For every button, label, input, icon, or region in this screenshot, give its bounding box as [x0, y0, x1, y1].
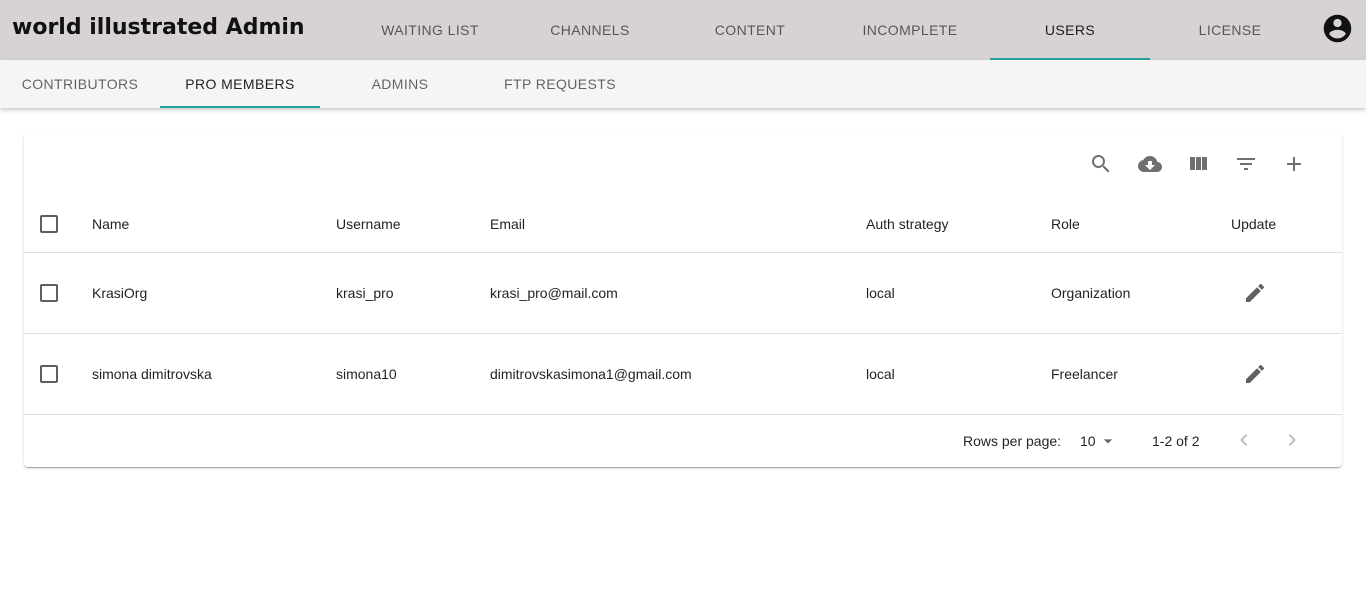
sub-tab-bar: CONTRIBUTORS PRO MEMBERS ADMINS FTP REQU…: [0, 60, 1366, 108]
column-header-update: Update: [1231, 216, 1277, 232]
column-header-auth-strategy[interactable]: Auth strategy: [866, 216, 949, 232]
search-icon[interactable]: [1085, 148, 1117, 180]
table-header-row: Name Username Email Auth strategy Role U…: [24, 196, 1342, 253]
row-auth-strategy: local: [866, 285, 895, 301]
add-icon[interactable]: [1278, 148, 1310, 180]
column-header-role[interactable]: Role: [1051, 216, 1080, 232]
filter-icon[interactable]: [1230, 148, 1262, 180]
tab-incomplete[interactable]: INCOMPLETE: [830, 0, 990, 60]
pagination-range: 1-2 of 2: [1152, 433, 1200, 449]
rows-per-page-label: Rows per page:: [963, 433, 1062, 449]
tab-pro-members[interactable]: PRO MEMBERS: [160, 60, 320, 108]
account-circle-icon[interactable]: [1321, 12, 1354, 45]
tab-users[interactable]: USERS: [990, 0, 1150, 60]
tab-content[interactable]: CONTENT: [670, 0, 830, 60]
users-table-card: Name Username Email Auth strategy Role U…: [24, 132, 1342, 467]
previous-page-icon[interactable]: [1232, 428, 1256, 452]
row-checkbox[interactable]: [40, 284, 58, 302]
table-row: simona dimitrovska simona10 dimitrovskas…: [24, 334, 1342, 415]
column-header-name[interactable]: Name: [92, 216, 129, 232]
select-all-checkbox[interactable]: [40, 215, 58, 233]
row-role: Freelancer: [1051, 366, 1118, 382]
edit-icon[interactable]: [1243, 281, 1267, 305]
column-header-username[interactable]: Username: [336, 216, 401, 232]
row-username: simona10: [336, 366, 397, 382]
top-app-bar: world illustrated Admin WAITING LIST CHA…: [0, 0, 1366, 60]
rows-per-page-select[interactable]: 10: [1080, 430, 1118, 452]
table-row: KrasiOrg krasi_pro krasi_pro@mail.com lo…: [24, 253, 1342, 334]
row-name: simona dimitrovska: [92, 366, 212, 382]
arrow-drop-down-icon: [1103, 439, 1112, 444]
edit-icon[interactable]: [1243, 362, 1267, 386]
row-name: KrasiOrg: [92, 285, 148, 301]
row-auth-strategy: local: [866, 366, 895, 382]
row-role: Organization: [1051, 285, 1131, 301]
tab-contributors[interactable]: CONTRIBUTORS: [0, 60, 160, 108]
row-checkbox[interactable]: [40, 365, 58, 383]
next-page-icon[interactable]: [1280, 428, 1304, 452]
row-email: krasi_pro@mail.com: [490, 285, 618, 301]
row-email: dimitrovskasimona1@gmail.com: [490, 366, 692, 382]
view-column-icon[interactable]: [1182, 148, 1214, 180]
tab-ftp-requests[interactable]: FTP REQUESTS: [480, 60, 640, 108]
app-title: world illustrated Admin: [12, 15, 305, 40]
column-header-email[interactable]: Email: [490, 216, 525, 232]
tab-channels[interactable]: CHANNELS: [510, 0, 670, 60]
row-username: krasi_pro: [336, 285, 394, 301]
tab-admins[interactable]: ADMINS: [320, 60, 480, 108]
tab-waiting-list[interactable]: WAITING LIST: [350, 0, 510, 60]
rows-per-page-value: 10: [1080, 433, 1096, 449]
tab-license[interactable]: LICENSE: [1150, 0, 1310, 60]
cloud-download-icon[interactable]: [1134, 148, 1166, 180]
